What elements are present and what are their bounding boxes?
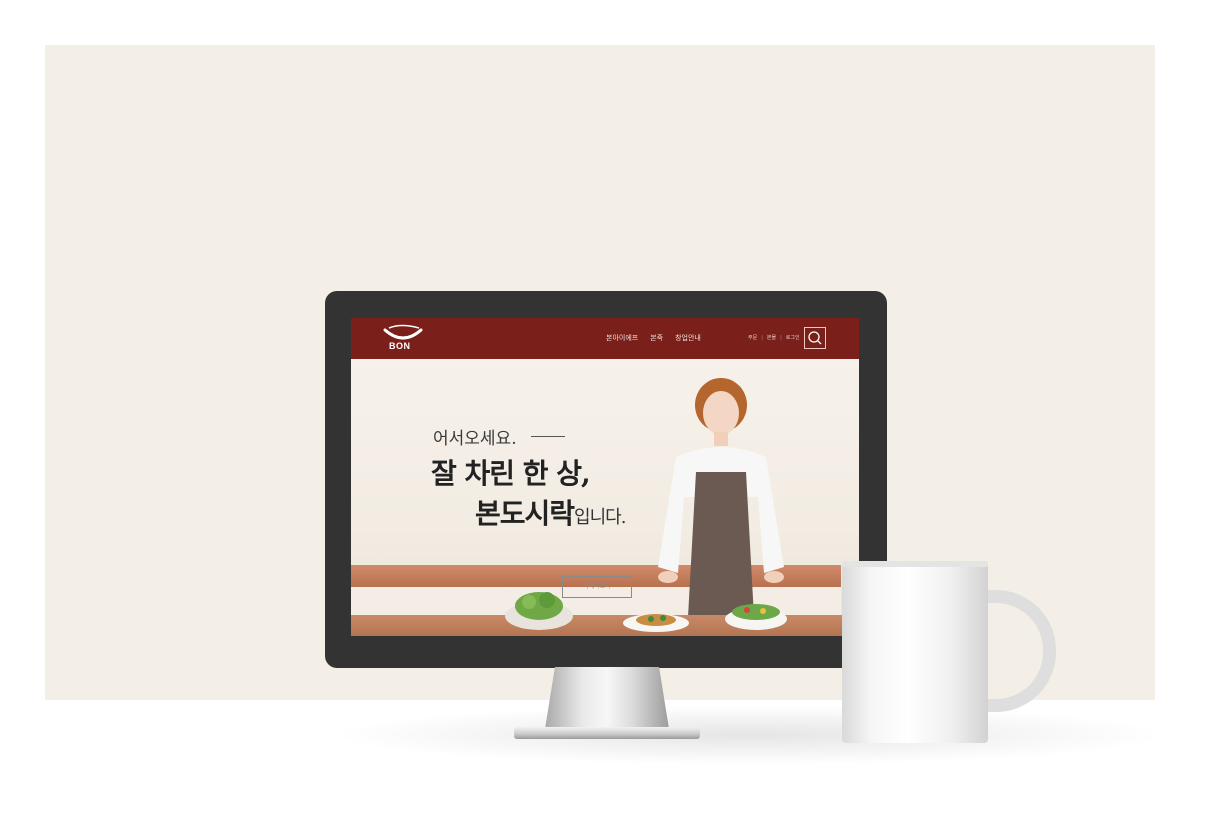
plate-dish-image <box>623 614 689 632</box>
nav-item-bonjuk[interactable]: 본죽 <box>650 333 663 343</box>
bowl-dish-image <box>725 604 787 630</box>
mug-rim <box>842 561 988 567</box>
monitor: BON 본아이에프 본죽 창업안내 주문 | 본몰 | 로그인 어서오세요. 잘… <box>325 291 887 668</box>
nav-item-franchise[interactable]: 창업안내 <box>675 333 701 343</box>
model-illustration <box>658 378 784 617</box>
website-screen: BON 본아이에프 본죽 창업안내 주문 | 본몰 | 로그인 어서오세요. 잘… <box>351 318 859 636</box>
hero-headline-2: 본도시락입니다. <box>475 492 626 532</box>
monitor-stand-base <box>514 727 700 739</box>
more-button[interactable]: 자세히보기 <box>562 576 632 598</box>
hero-brand-name: 본도시락 <box>475 497 575 530</box>
nav-item-bonif[interactable]: 본아이에프 <box>606 333 638 343</box>
coffee-mug <box>842 563 988 743</box>
util-separator: | <box>761 334 763 341</box>
main-nav: 본아이에프 본죽 창업안내 <box>606 333 701 343</box>
search-icon <box>808 331 822 345</box>
hero-greeting: 어서오세요. <box>433 429 517 449</box>
hero-headline-suffix: 입니다. <box>574 507 626 528</box>
floor-shadow <box>330 705 1170 765</box>
hero-banner: 어서오세요. 잘 차린 한 상, 본도시락입니다. 자세히보기 <box>351 359 859 636</box>
site-header: BON 본아이에프 본죽 창업안내 주문 | 본몰 | 로그인 <box>351 318 859 359</box>
util-separator: | <box>780 334 782 341</box>
util-order-link[interactable]: 주문 <box>748 334 757 341</box>
logo-text: BON <box>389 341 411 351</box>
monitor-stand <box>545 667 669 729</box>
util-bonmall-link[interactable]: 본몰 <box>767 334 776 341</box>
brand-logo[interactable]: BON <box>381 324 425 354</box>
search-button[interactable] <box>804 327 826 349</box>
greeting-dash <box>531 436 565 437</box>
hero-headline-1: 잘 차린 한 상, <box>431 457 591 490</box>
utility-nav: 주문 | 본몰 | 로그인 <box>748 334 800 342</box>
util-login-link[interactable]: 로그인 <box>786 334 800 341</box>
